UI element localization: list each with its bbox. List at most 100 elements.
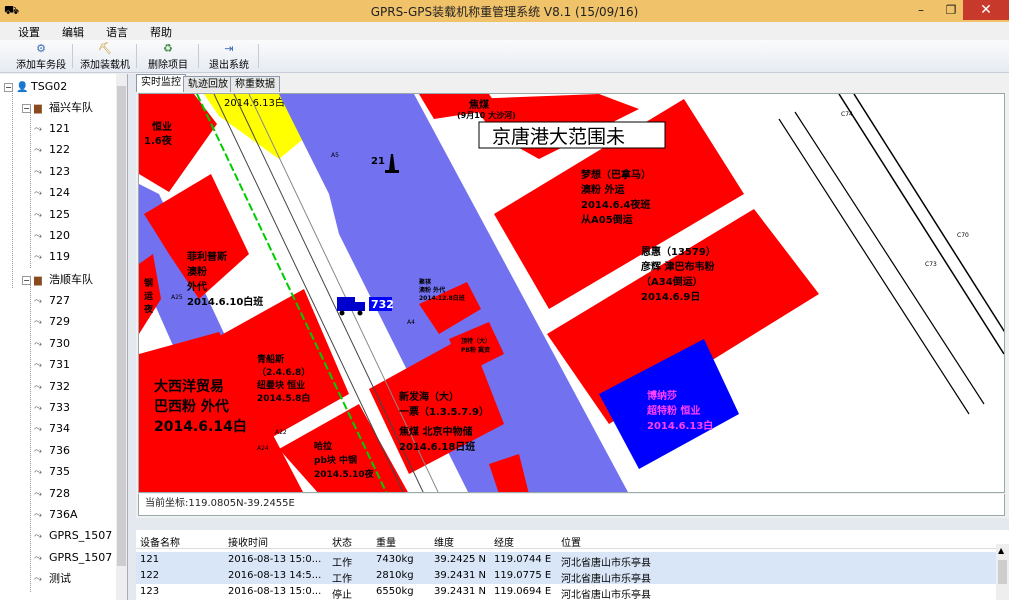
tree-group-haoshun[interactable]: − ▆ 浩顺车队 [22, 271, 93, 289]
loader-icon: ⤳ [34, 188, 42, 200]
table-row[interactable]: 121 2016-08-13 15:0... 工作 7430kg 39.2425 N 11… [136, 552, 996, 569]
tree-item[interactable]: ⤳ 735 [34, 463, 70, 481]
table-cell: 39.2431 N [434, 570, 487, 581]
table-scrollbar[interactable]: ▲ [996, 544, 1009, 600]
table-cell: 119.0694 E [494, 586, 552, 597]
tab-track-playback[interactable]: 轨迹回放 [183, 76, 233, 92]
lot-label: 超特粉 恒业 [646, 404, 700, 417]
lot-label: 焦煤 [468, 98, 489, 111]
horizontal-splitter[interactable] [136, 518, 1009, 530]
menu-edit[interactable]: 编辑 [62, 24, 84, 40]
column-latitude[interactable]: 维度 [434, 534, 454, 549]
tree-item[interactable]: ⤳ 728 [34, 485, 70, 503]
column-receive-time[interactable]: 接收时间 [228, 534, 268, 549]
tab-realtime-monitor[interactable]: 实时监控 [136, 74, 186, 92]
tree-item[interactable]: ⤳ 120 [34, 227, 70, 245]
tree-item[interactable]: ⤳ GPRS_1507 [34, 549, 112, 567]
loader-icon: ⤳ [34, 145, 42, 157]
tree-root[interactable]: − 👤 TSG02 [4, 78, 67, 96]
lot-label: (9月10 大沙河) [457, 110, 516, 120]
loader-icon: ⤳ [34, 338, 42, 350]
collapse-icon[interactable]: − [22, 103, 31, 113]
tree-item[interactable]: ⤳ 727 [34, 292, 70, 310]
scroll-up-icon[interactable]: ▲ [998, 546, 1004, 555]
column-location[interactable]: 位置 [561, 534, 581, 549]
exit-button[interactable]: ⇥ 退出系统 [206, 42, 252, 72]
lot-label: 2014.12.8白班 [419, 294, 465, 302]
menu-settings[interactable]: 设置 [18, 24, 40, 40]
delete-button[interactable]: ♻ 删除项目 [144, 42, 192, 72]
loader-icon: ⤳ [34, 488, 42, 500]
road-label: A4 [407, 319, 415, 326]
collapse-icon[interactable]: − [22, 275, 31, 285]
tree-item[interactable]: ⤳ 125 [34, 206, 70, 224]
minimize-button[interactable]: – [907, 0, 935, 20]
tree-item[interactable]: ⤳ 测试 [34, 570, 71, 588]
title-bar: ⛟ GPRS-GPS装载机称重管理系统 V8.1 (15/09/16) – ❐ … [0, 0, 1009, 22]
loader-icon: ⤳ [34, 360, 42, 372]
tree-item-label: 736A [49, 508, 78, 521]
map-view[interactable]: 2014.6.13白 A5 A4 A25 A24 A22 C74 C70 C73… [138, 93, 1005, 493]
tree-item[interactable]: ⤳ 119 [34, 248, 70, 266]
tree-item[interactable]: ⤳ 121 [34, 120, 70, 138]
vehicle-tree: − 👤 TSG02 − ▆ 福兴车队 ⤳ 121 ⤳ 122 ⤳ 123 ⤳ 124 ⤳ 125 ⤳ 120 ⤳… [0, 74, 128, 600]
tab-weighing-data[interactable]: 称重数据 [230, 76, 280, 92]
menu-bar: 设置 编辑 语言 帮助 [0, 22, 1009, 40]
table-row[interactable]: 123 2016-08-13 15:0... 停止 6550kg 39.2431 N 11… [136, 584, 996, 600]
fleet-icon: ▆ [34, 103, 42, 114]
lot-label: 彦辉 津巴布韦粉 [641, 260, 714, 273]
loader-icon: ⤳ [34, 209, 42, 221]
tree-item[interactable]: ⤳ 736 [34, 442, 70, 460]
loader-icon: ⤳ [34, 381, 42, 393]
column-weight[interactable]: 重量 [376, 534, 396, 549]
tree-item-label: 125 [49, 207, 70, 221]
close-button[interactable]: ✕ [963, 0, 1009, 20]
tree-scroll-thumb[interactable] [117, 86, 126, 566]
loader-icon: ⤳ [34, 467, 42, 479]
column-status[interactable]: 状态 [332, 534, 352, 549]
vehicle-label[interactable]: 732 [371, 298, 394, 311]
collapse-icon[interactable]: − [4, 82, 13, 92]
tree-line [30, 282, 31, 592]
add-loader-label: 添加装载机 [80, 60, 130, 71]
table-cell: 7430kg [376, 554, 414, 565]
tree-item[interactable]: ⤳ 123 [34, 163, 70, 181]
tree-item[interactable]: ⤳ 732 [34, 378, 70, 396]
tree-scrollbar[interactable] [116, 74, 127, 600]
table-cell: 123 [140, 586, 160, 597]
loader-icon: ⤳ [34, 403, 42, 414]
toolbar: ⚙ 添加车务段 ⛏ 添加装载机 ♻ 删除项目 ⇥ 退出系统 [0, 40, 1009, 73]
tree-item[interactable]: ⤳ 733 [34, 399, 70, 417]
vertical-splitter[interactable] [128, 74, 136, 600]
tree-item[interactable]: ⤳ 122 [34, 141, 70, 159]
tree-item[interactable]: ⤳ 731 [34, 356, 70, 374]
loader-icon: ⤳ [34, 124, 42, 135]
tree-item[interactable]: ⤳ GPRS_1507 [34, 527, 112, 545]
tree-item[interactable]: ⤳ 734 [34, 420, 70, 438]
user-icon: 👤 [16, 82, 29, 93]
tree-item[interactable]: ⤳ 736A [34, 506, 78, 524]
vehicle-truck-icon[interactable] [337, 297, 365, 316]
menu-help[interactable]: 帮助 [150, 24, 172, 40]
table-row[interactable]: 122 2016-08-13 14:5... 工作 2810kg 39.2431 N 11… [136, 568, 996, 585]
menu-language[interactable]: 语言 [106, 24, 128, 40]
table-cell: 121 [140, 554, 160, 565]
tree-group-fuxing[interactable]: − ▆ 福兴车队 [22, 99, 93, 117]
add-depot-button[interactable]: ⚙ 添加车务段 [14, 42, 68, 72]
table-cell: 119.0744 E [494, 554, 552, 565]
tree-item[interactable]: ⤳ 124 [34, 184, 70, 202]
table-cell: 119.0775 E [494, 570, 552, 581]
lot-label: PB粉 冀资 [461, 346, 490, 354]
table-scroll-thumb[interactable] [998, 560, 1007, 584]
column-longitude[interactable]: 经度 [494, 534, 514, 549]
add-loader-button[interactable]: ⛏ 添加装载机 [78, 42, 132, 72]
tree-item[interactable]: ⤳ 730 [34, 335, 70, 353]
restore-button[interactable]: ❐ [937, 0, 965, 20]
lot-label: 恒业 [152, 120, 172, 133]
tree-item[interactable]: ⤳ 729 [34, 313, 70, 331]
column-device-name[interactable]: 设备名称 [140, 534, 180, 549]
tree-item-label: 733 [49, 401, 70, 414]
table-cell: 39.2431 N [434, 586, 487, 597]
table-cell: 河北省唐山市乐亭县 [561, 558, 651, 569]
lot-label: 从A05倒运 [581, 213, 633, 226]
